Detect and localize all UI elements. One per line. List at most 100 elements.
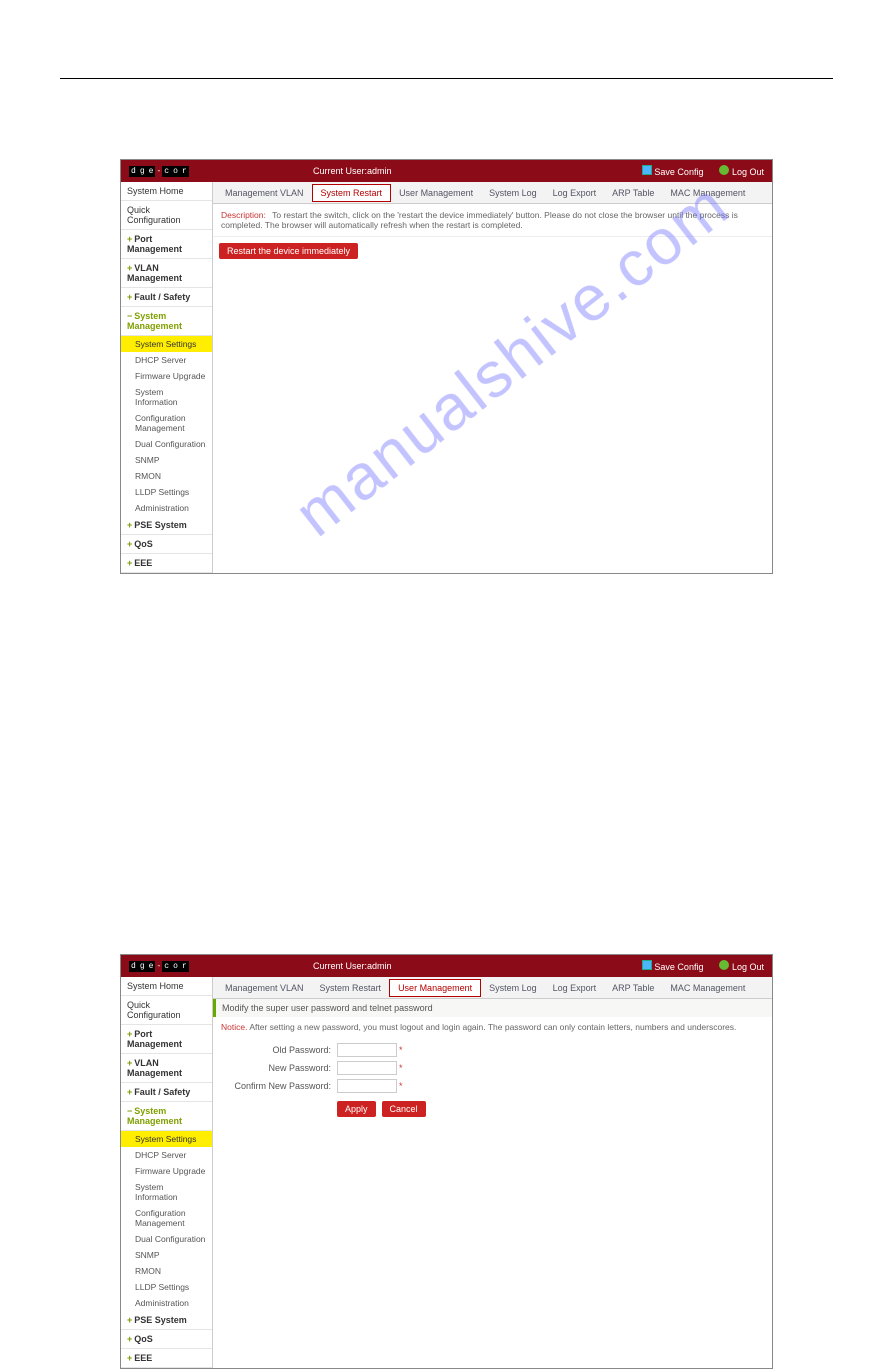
logo-seg: e <box>147 961 156 972</box>
sidebar-sub-dhcp-server[interactable]: DHCP Server <box>121 1147 212 1163</box>
plus-icon: + <box>127 1315 132 1325</box>
description-label: Description: <box>221 210 266 220</box>
tab-mac-management[interactable]: MAC Management <box>662 980 753 996</box>
plus-icon: + <box>127 1334 132 1344</box>
sidebar-sub-lldp-settings[interactable]: LLDP Settings <box>121 1279 212 1295</box>
sidebar-sub-rmon[interactable]: RMON <box>121 1263 212 1279</box>
sidebar-quick-config[interactable]: Quick Configuration <box>121 996 212 1025</box>
sidebar-sub-config-mgmt[interactable]: Configuration Management <box>121 410 212 436</box>
sidebar-pse-system[interactable]: +PSE System <box>121 516 212 535</box>
sidebar-pse-label: PSE System <box>134 520 187 530</box>
sidebar-sub-system-settings[interactable]: System Settings <box>121 336 212 352</box>
apply-button[interactable]: Apply <box>337 1101 376 1117</box>
required-asterisk: * <box>399 1045 403 1055</box>
tab-system-restart[interactable]: System Restart <box>312 184 392 202</box>
sidebar-system-home[interactable]: System Home <box>121 182 212 201</box>
save-config-label: Save Config <box>654 962 703 972</box>
sidebar-qos[interactable]: +QoS <box>121 1330 212 1349</box>
old-password-label: Old Password: <box>221 1045 331 1055</box>
tab-user-management[interactable]: User Management <box>389 979 481 997</box>
tab-management-vlan[interactable]: Management VLAN <box>217 185 312 201</box>
logo-seg: g <box>138 166 147 177</box>
sidebar-sub-dual-config[interactable]: Dual Configuration <box>121 1231 212 1247</box>
tab-system-log[interactable]: System Log <box>481 185 545 201</box>
plus-icon: + <box>127 539 132 549</box>
sidebar-nav: System Home Quick Configuration +Port Ma… <box>121 182 213 573</box>
logo-seg: r <box>180 166 189 177</box>
sidebar-sub-administration[interactable]: Administration <box>121 500 212 516</box>
sidebar-fault-safety[interactable]: +Fault / Safety <box>121 288 212 307</box>
sidebar-system-management[interactable]: −System Management <box>121 307 212 336</box>
sidebar-eee[interactable]: +EEE <box>121 554 212 573</box>
sidebar-eee-label: EEE <box>134 1353 152 1363</box>
sidebar-qos-label: QoS <box>134 1334 153 1344</box>
sidebar-system-home[interactable]: System Home <box>121 977 212 996</box>
description-row: Description: To restart the switch, clic… <box>213 204 772 237</box>
sidebar-sys-mgmt-label: System Management <box>127 1106 182 1126</box>
sidebar-sub-firmware-upgrade[interactable]: Firmware Upgrade <box>121 1163 212 1179</box>
sidebar-nav: System Home Quick Configuration +Port Ma… <box>121 977 213 1368</box>
sidebar-qos-label: QoS <box>134 539 153 549</box>
sidebar-sub-snmp[interactable]: SNMP <box>121 1247 212 1263</box>
logout-label: Log Out <box>732 962 764 972</box>
logout-link[interactable]: Log Out <box>719 960 764 972</box>
confirm-password-input[interactable] <box>337 1079 397 1093</box>
sidebar-sub-system-information[interactable]: System Information <box>121 384 212 410</box>
sidebar-vlan-management[interactable]: +VLAN Management <box>121 1054 212 1083</box>
logout-link[interactable]: Log Out <box>719 165 764 177</box>
sidebar-sub-snmp[interactable]: SNMP <box>121 452 212 468</box>
page-divider <box>60 78 833 79</box>
sidebar-sub-firmware-upgrade[interactable]: Firmware Upgrade <box>121 368 212 384</box>
tab-system-restart[interactable]: System Restart <box>312 980 390 996</box>
sidebar-sub-rmon[interactable]: RMON <box>121 468 212 484</box>
sidebar-sys-mgmt-label: System Management <box>127 311 182 331</box>
power-icon <box>719 960 729 970</box>
description-text: To restart the switch, click on the 'res… <box>221 210 738 230</box>
restart-device-button[interactable]: Restart the device immediately <box>219 243 358 259</box>
sidebar-qos[interactable]: +QoS <box>121 535 212 554</box>
logo-seg: o <box>171 961 180 972</box>
logo-seg: c <box>162 166 171 177</box>
sidebar-port-management[interactable]: +Port Management <box>121 1025 212 1054</box>
sidebar-sub-administration[interactable]: Administration <box>121 1295 212 1311</box>
logo-seg: - <box>155 167 162 176</box>
save-config-link[interactable]: Save Config <box>642 960 704 972</box>
sidebar-sub-system-information[interactable]: System Information <box>121 1179 212 1205</box>
plus-icon: + <box>127 1087 132 1097</box>
tab-log-export[interactable]: Log Export <box>545 185 605 201</box>
logout-label: Log Out <box>732 167 764 177</box>
sidebar-port-management[interactable]: +Port Management <box>121 230 212 259</box>
sidebar-sub-dual-config[interactable]: Dual Configuration <box>121 436 212 452</box>
sidebar-vlan-mgmt-label: VLAN Management <box>127 263 182 283</box>
logo-seg: g <box>138 961 147 972</box>
tab-log-export[interactable]: Log Export <box>545 980 605 996</box>
tab-mac-management[interactable]: MAC Management <box>662 185 753 201</box>
required-asterisk: * <box>399 1081 403 1091</box>
sidebar-eee[interactable]: +EEE <box>121 1349 212 1368</box>
tab-arp-table[interactable]: ARP Table <box>604 980 662 996</box>
old-password-input[interactable] <box>337 1043 397 1057</box>
sidebar-port-mgmt-label: Port Management <box>127 1029 182 1049</box>
sidebar-sub-config-mgmt[interactable]: Configuration Management <box>121 1205 212 1231</box>
new-password-label: New Password: <box>221 1063 331 1073</box>
sidebar-sub-dhcp-server[interactable]: DHCP Server <box>121 352 212 368</box>
tab-arp-table[interactable]: ARP Table <box>604 185 662 201</box>
sidebar-pse-system[interactable]: +PSE System <box>121 1311 212 1330</box>
screenshot-1-panel: d g e - c o r Current User:admin Save Co… <box>120 159 773 574</box>
save-config-link[interactable]: Save Config <box>642 165 704 177</box>
tab-management-vlan[interactable]: Management VLAN <box>217 980 312 996</box>
cancel-button[interactable]: Cancel <box>382 1101 426 1117</box>
notice-text: After setting a new password, you must l… <box>249 1022 736 1032</box>
sidebar-quick-config[interactable]: Quick Configuration <box>121 201 212 230</box>
sidebar-vlan-management[interactable]: +VLAN Management <box>121 259 212 288</box>
sidebar-fault-safety[interactable]: +Fault / Safety <box>121 1083 212 1102</box>
sidebar-system-management[interactable]: −System Management <box>121 1102 212 1131</box>
required-asterisk: * <box>399 1063 403 1073</box>
tab-user-management[interactable]: User Management <box>391 185 481 201</box>
tab-system-log[interactable]: System Log <box>481 980 545 996</box>
notice-title-bar: Modify the super user password and telne… <box>213 999 772 1017</box>
new-password-input[interactable] <box>337 1061 397 1075</box>
sidebar-sub-system-settings[interactable]: System Settings <box>121 1131 212 1147</box>
sidebar-sub-lldp-settings[interactable]: LLDP Settings <box>121 484 212 500</box>
sidebar-port-mgmt-label: Port Management <box>127 234 182 254</box>
